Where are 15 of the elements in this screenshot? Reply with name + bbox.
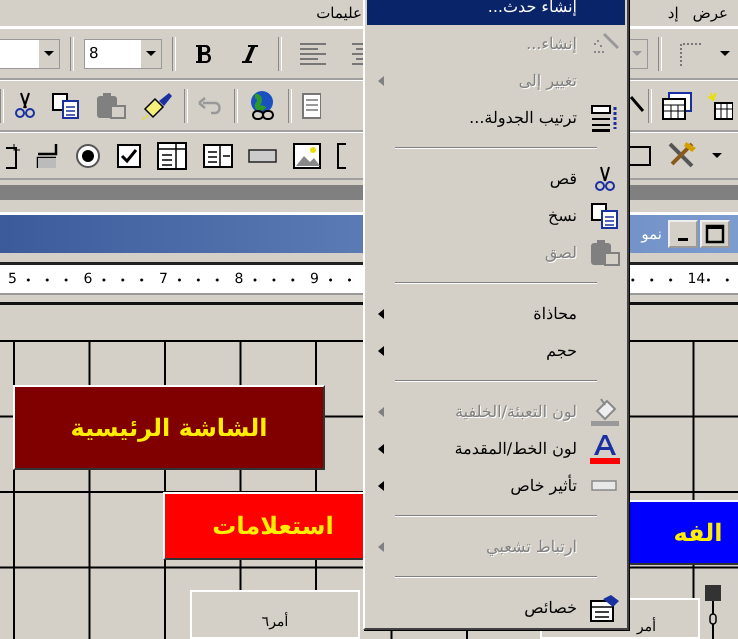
- menu-item[interactable]: إنشاء حدث...: [367, 0, 625, 25]
- menu-item[interactable]: لون الخط/المقدمة: [367, 430, 625, 467]
- window-title: نمو: [641, 225, 662, 243]
- menu-bar-item[interactable]: إد: [668, 4, 679, 22]
- menu-item[interactable]: حجم: [367, 332, 625, 369]
- menu-bar-item[interactable]: عرض: [692, 4, 728, 22]
- menu-item[interactable]: نسخ: [367, 197, 625, 234]
- menu-bar-item[interactable]: عليمات: [316, 4, 362, 22]
- menu-item[interactable]: قص: [367, 160, 625, 197]
- command-button[interactable]: الفه: [628, 500, 738, 565]
- menu-item[interactable]: ترتيب الجدولة...: [367, 99, 625, 136]
- menu-item[interactable]: محاذاة: [367, 295, 625, 332]
- label-control: أمر٦: [190, 590, 360, 639]
- font-size-field[interactable]: 8: [84, 38, 162, 68]
- command-button[interactable]: الشاشة الرئيسية: [13, 385, 325, 470]
